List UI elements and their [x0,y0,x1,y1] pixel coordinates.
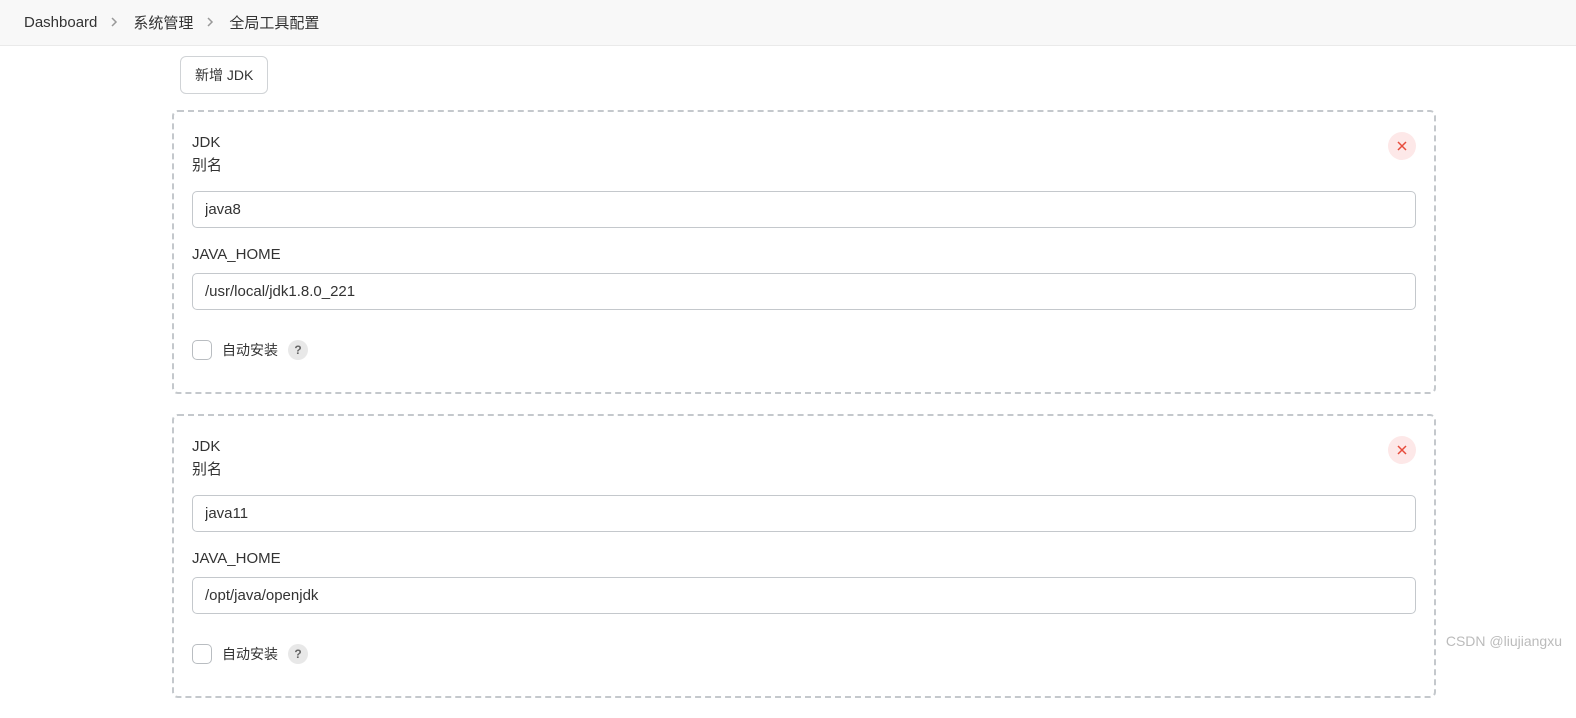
breadcrumb-item-system-manage[interactable]: 系统管理 [133,12,193,33]
main-content: 新增 JDK JDK 别名 JAVA_HOME 自动安装 ? [0,46,1576,698]
java-home-label: JAVA_HOME [192,246,1416,263]
jdk-alias-input[interactable] [192,495,1416,532]
breadcrumb-item-global-tool-config: 全局工具配置 [229,12,319,33]
auto-install-checkbox[interactable] [192,644,212,664]
breadcrumb: Dashboard 系统管理 全局工具配置 [0,0,1576,46]
chevron-right-icon [111,15,119,30]
breadcrumb-item-dashboard[interactable]: Dashboard [24,14,97,31]
delete-jdk-button[interactable] [1388,132,1416,160]
jdk-alias-input[interactable] [192,191,1416,228]
java-home-label: JAVA_HOME [192,550,1416,567]
jdk-config-block: JDK 别名 JAVA_HOME 自动安装 ? [172,414,1436,698]
jdk-block-title: JDK 别名 [192,436,222,481]
close-icon [1397,444,1407,457]
auto-install-label: 自动安装 [222,340,278,360]
java-home-input[interactable] [192,273,1416,310]
chevron-right-icon [207,15,215,30]
jdk-block-title: JDK 别名 [192,132,222,177]
auto-install-checkbox[interactable] [192,340,212,360]
auto-install-label: 自动安装 [222,644,278,664]
java-home-input[interactable] [192,577,1416,614]
close-icon [1397,140,1407,153]
add-jdk-button[interactable]: 新增 JDK [180,56,268,94]
jdk-config-block: JDK 别名 JAVA_HOME 自动安装 ? [172,110,1436,394]
delete-jdk-button[interactable] [1388,436,1416,464]
help-icon[interactable]: ? [288,644,308,664]
help-icon[interactable]: ? [288,340,308,360]
